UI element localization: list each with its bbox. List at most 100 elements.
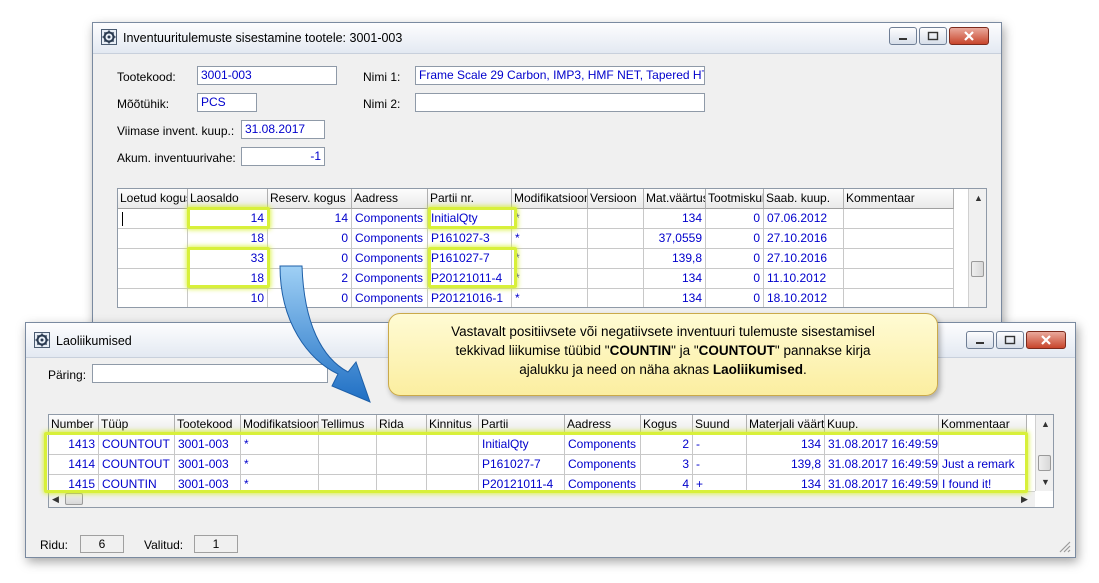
movements-cell[interactable] [319, 435, 377, 455]
inventory-cell[interactable]: 33 [188, 249, 268, 269]
inventory-cell[interactable]: P161027-7 [428, 249, 512, 269]
movements-cell[interactable]: 1413 [49, 435, 99, 455]
movements-cell[interactable]: - [693, 455, 747, 475]
scroll-right-icon[interactable]: ▶ [1021, 494, 1028, 505]
inventory-cell[interactable]: InitialQty [428, 209, 512, 229]
nimi2-field[interactable] [415, 93, 705, 112]
inventory-cell[interactable]: 139,8 [644, 249, 706, 269]
movements-col-header-4[interactable]: Tellimus [319, 415, 377, 435]
movements-col-header-0[interactable]: Number [49, 415, 99, 435]
inventory-cell[interactable]: * [512, 269, 588, 289]
inventory-col-header-1[interactable]: Laosaldo [188, 189, 268, 209]
inventory-cell[interactable]: * [512, 249, 588, 269]
minimize-button[interactable] [889, 27, 917, 45]
inventory-cell[interactable]: 0 [706, 229, 764, 249]
movements-col-header-1[interactable]: Tüüp [99, 415, 175, 435]
movements-cell[interactable] [377, 455, 427, 475]
nimi1-field[interactable]: Frame Scale 29 Carbon, IMP3, HMF NET, Ta… [415, 66, 705, 85]
inventory-cell[interactable]: * [512, 289, 588, 307]
inventory-cell[interactable]: 10 [188, 289, 268, 307]
inventory-cell[interactable] [844, 229, 954, 249]
movements-cell[interactable]: 2 [641, 435, 693, 455]
movements-horizontal-scrollbar[interactable]: ◀ ▶ [49, 491, 1035, 507]
inventory-cell[interactable]: 0 [706, 289, 764, 307]
minimize-button-2[interactable] [966, 331, 994, 349]
inventory-cell[interactable] [844, 249, 954, 269]
movements-cell[interactable]: InitialQty [479, 435, 565, 455]
mootuhik-field[interactable]: PCS [197, 93, 257, 112]
inventory-cell[interactable]: 18.10.2012 [764, 289, 844, 307]
movements-cell[interactable]: COUNTOUT [99, 435, 175, 455]
resize-grip-icon[interactable] [1057, 539, 1071, 553]
movements-cell[interactable]: * [241, 435, 319, 455]
inventory-scroll-thumb[interactable] [971, 261, 984, 277]
inventory-cell[interactable] [118, 229, 188, 249]
movements-col-header-7[interactable]: Partii [479, 415, 565, 435]
movements-col-header-5[interactable]: Rida [377, 415, 427, 435]
movements-cell[interactable]: P161027-7 [479, 455, 565, 475]
inventory-col-header-4[interactable]: Partii nr. [428, 189, 512, 209]
maximize-button-2[interactable] [996, 331, 1024, 349]
inventory-col-header-0[interactable]: Loetud kogus [118, 189, 188, 209]
inventory-cell[interactable]: 18 [188, 229, 268, 249]
movements-col-header-10[interactable]: Suund [693, 415, 747, 435]
inventory-col-header-9[interactable]: Saab. kuup. [764, 189, 844, 209]
inventory-cell[interactable] [118, 249, 188, 269]
inventory-cell[interactable] [844, 209, 954, 229]
inventory-col-header-2[interactable]: Reserv. kogus [268, 189, 352, 209]
inventory-cell[interactable]: 14 [188, 209, 268, 229]
inventory-cell[interactable]: 11.10.2012 [764, 269, 844, 289]
movements-cell[interactable]: 1414 [49, 455, 99, 475]
movements-grid[interactable]: Number Tüüp Tootekood Modifikatsioon Tellimu… [48, 414, 1054, 508]
movements-cell[interactable]: Components [565, 435, 641, 455]
movements-scroll-down-icon[interactable]: ▼ [1041, 477, 1050, 487]
inventory-col-header-10[interactable]: Kommentaar [844, 189, 954, 209]
inventory-cell[interactable]: 0 [268, 229, 352, 249]
movements-col-header-9[interactable]: Kogus [641, 415, 693, 435]
movements-cell[interactable] [427, 435, 479, 455]
inventory-cell[interactable]: 27.10.2016 [764, 229, 844, 249]
inventory-vertical-scrollbar[interactable]: ▲ [968, 189, 986, 307]
akum-inventuurivahe-field[interactable]: -1 [241, 147, 325, 166]
inventory-cell[interactable] [588, 289, 644, 307]
inventory-cell[interactable]: 0 [706, 269, 764, 289]
movements-cell[interactable]: 3001-003 [175, 455, 241, 475]
movements-col-header-6[interactable]: Kinnitus [427, 415, 479, 435]
movements-cell[interactable]: 3 [641, 455, 693, 475]
movements-cell[interactable] [427, 455, 479, 475]
inventory-cell[interactable]: 14 [268, 209, 352, 229]
movements-cell[interactable]: 31.08.2017 16:49:59 [825, 455, 939, 475]
movements-cell[interactable]: 139,8 [747, 455, 825, 475]
inventory-cell[interactable]: 07.06.2012 [764, 209, 844, 229]
movements-col-header-13[interactable]: Kommentaar [939, 415, 1027, 435]
viimase-invent-field[interactable]: 31.08.2017 [241, 120, 325, 139]
movements-scroll-thumb[interactable] [1038, 455, 1051, 471]
movements-col-header-12[interactable]: Kuup. [825, 415, 939, 435]
movements-cell[interactable]: COUNTOUT [99, 455, 175, 475]
inventory-cell[interactable] [588, 249, 644, 269]
inventory-cell[interactable]: 18 [188, 269, 268, 289]
inventory-cell[interactable]: 27.10.2016 [764, 249, 844, 269]
inventory-cell[interactable]: 134 [644, 269, 706, 289]
movements-cell[interactable] [319, 455, 377, 475]
inventory-cell[interactable]: P20121016-1 [428, 289, 512, 307]
scroll-left-icon[interactable]: ◀ [52, 494, 59, 505]
movements-cell[interactable] [939, 435, 1027, 455]
movements-col-header-11[interactable]: Materjali väärtus [747, 415, 825, 435]
inventory-cell[interactable] [588, 269, 644, 289]
inventory-cell[interactable]: 37,0559 [644, 229, 706, 249]
inventory-cell[interactable] [118, 209, 188, 229]
inventory-cell[interactable]: Components [352, 229, 428, 249]
inventory-cell[interactable] [118, 269, 188, 289]
inventory-grid[interactable]: Loetud kogus Laosaldo Reserv. kogus Aadress… [117, 188, 987, 308]
inventory-col-header-8[interactable]: Tootmiskulu [706, 189, 764, 209]
inventory-cell[interactable] [588, 229, 644, 249]
inventory-cell[interactable]: 134 [644, 289, 706, 307]
inventory-col-header-5[interactable]: Modifikatsioon [512, 189, 588, 209]
inventory-col-header-6[interactable]: Versioon [588, 189, 644, 209]
movements-col-header-3[interactable]: Modifikatsioon [241, 415, 319, 435]
inventory-cell[interactable] [844, 269, 954, 289]
close-button[interactable] [949, 27, 989, 45]
inventory-cell[interactable] [844, 289, 954, 307]
inventory-col-header-3[interactable]: Aadress [352, 189, 428, 209]
